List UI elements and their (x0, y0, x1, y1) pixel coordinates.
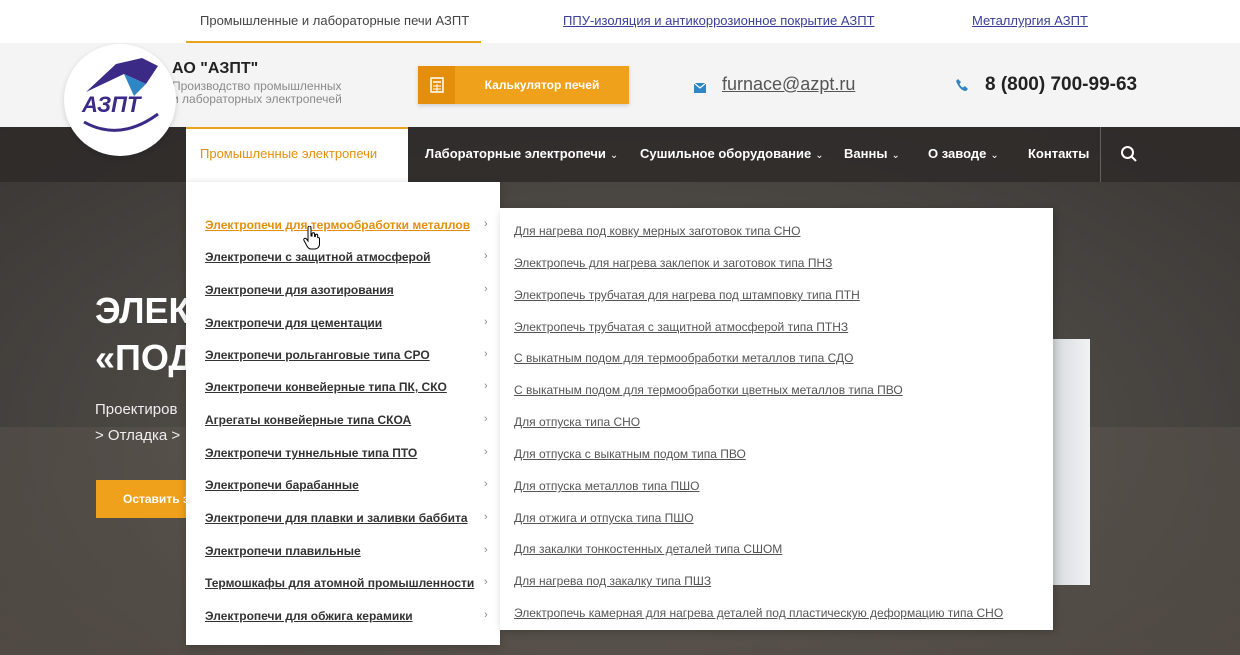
category-tunnel-pto[interactable]: Электропечи туннельные типа ПТО (205, 446, 417, 460)
chevron-right-icon: › (484, 380, 488, 392)
logo-text: АЗПТ (81, 92, 142, 117)
toplink-furnaces[interactable]: Промышленные и лабораторные печи АЗПТ (200, 13, 469, 28)
toplink-metallurgy[interactable]: Металлургия АЗПТ (972, 13, 1088, 28)
hero-title-line-1: ЭЛЕК (95, 290, 191, 331)
nav-about[interactable]: О заводе ⌄ (928, 146, 999, 161)
mail-icon (693, 80, 707, 98)
chevron-down-icon: ⌄ (990, 150, 999, 161)
nav-baths-label: Ванны (844, 146, 888, 161)
chevron-right-icon: › (484, 348, 488, 360)
phone-link[interactable]: 8 (800) 700-99-63 (985, 74, 1137, 96)
brand-name: АО "АЗПТ" (172, 60, 259, 77)
category-metal-heat-treatment[interactable]: Электропечи для термообработки металлов (205, 218, 470, 232)
category-ceramic-firing[interactable]: Электропечи для обжига керамики (205, 609, 413, 623)
logo-emblem-icon: АЗПТ (81, 58, 159, 132)
category-melting[interactable]: Электропечи плавильные (205, 544, 361, 558)
nav-drying-equipment-label: Сушильное оборудование (640, 146, 812, 161)
nav-contacts[interactable]: Контакты (1028, 146, 1089, 161)
category-babbitt-melting[interactable]: Электропечи для плавки и заливки баббита (205, 511, 468, 525)
nav-lab-furnaces[interactable]: Лабораторные электропечи ⌄ (425, 146, 618, 161)
subitem-annealing-psho[interactable]: Для отжига и отпуска типа ПШО (514, 511, 694, 525)
chevron-right-icon: › (484, 609, 488, 621)
category-nitriding[interactable]: Электропечи для азотирования (205, 283, 394, 297)
category-conveyor-skoa[interactable]: Агрегаты конвейерные типа СКОА (205, 413, 411, 427)
furnace-machine-image (1050, 339, 1090, 585)
nav-baths[interactable]: Ванны ⌄ (844, 146, 900, 161)
chevron-right-icon: › (484, 283, 488, 295)
subitem-tubular-ptnz[interactable]: Электропечь трубчатая с защитной атмосфе… (514, 320, 848, 334)
subitem-tempering-psho[interactable]: Для отпуска металлов типа ПШО (514, 479, 700, 493)
subitem-forging-sno[interactable]: Для нагрева под ковку мерных заготовок т… (514, 224, 800, 238)
chevron-right-icon: › (484, 446, 488, 458)
subitem-tempering-pvo[interactable]: Для отпуска с выкатным подом типа ПВО (514, 447, 746, 461)
chevron-right-icon: › (484, 544, 488, 556)
subitem-rivets-pnz[interactable]: Электропечь для нагрева заклепок и загот… (514, 256, 832, 270)
chevron-right-icon: › (484, 511, 488, 523)
category-carburizing[interactable]: Электропечи для цементации (205, 316, 382, 330)
subitem-quenching-pshz[interactable]: Для нагрева под закалку типа ПШЗ (514, 574, 711, 588)
chevron-right-icon: › (484, 218, 488, 230)
nav-about-label: О заводе (928, 146, 987, 161)
chevron-down-icon: ⌄ (609, 150, 619, 161)
nav-lab-furnaces-label: Лабораторные электропечи (425, 146, 606, 161)
category-drum[interactable]: Электропечи барабанные (205, 478, 359, 492)
chevron-right-icon: › (484, 413, 488, 425)
brand-subtitle: Производство промышленных и лабораторных… (172, 80, 372, 106)
subitem-quenching-sshom[interactable]: Для закалки тонкостенных деталей типа СШ… (514, 542, 782, 556)
nav-industrial-furnaces-label: Промышленные электропечи (200, 146, 378, 161)
subitem-tempering-sno[interactable]: Для отпуска типа СНО (514, 415, 640, 429)
chevron-right-icon: › (484, 316, 488, 328)
calculator-button[interactable]: Калькулятор печей (418, 66, 629, 104)
hand-cursor-icon (303, 225, 321, 255)
subitem-tubular-ptn[interactable]: Электропечь трубчатая для нагрева под шт… (514, 288, 860, 302)
chevron-down-icon: ⌄ (815, 150, 824, 161)
calculator-button-label: Калькулятор печей (484, 78, 600, 92)
email-link[interactable]: furnace@azpt.ru (722, 74, 855, 95)
nav-drying-equipment[interactable]: Сушильное оборудование ⌄ (640, 146, 824, 161)
chevron-right-icon: › (484, 478, 488, 490)
chevron-right-icon: › (484, 576, 488, 588)
top-links-bar: Промышленные и лабораторные печи АЗПТ ПП… (0, 0, 1240, 42)
category-conveyor-pk-sko[interactable]: Электропечи конвейерные типа ПК, СКО (205, 380, 447, 394)
logo[interactable]: АЗПТ (64, 44, 176, 156)
chevron-right-icon: › (484, 250, 488, 262)
search-icon[interactable] (1120, 145, 1138, 168)
calculator-icon (418, 66, 455, 104)
chevron-down-icon: ⌄ (891, 150, 900, 161)
hero-subtitle-line-2: > Отладка > (95, 427, 181, 444)
subitem-chamber-sno-deformation[interactable]: Электропечь камерная для нагрева деталей… (514, 606, 1003, 620)
toplink-ppu[interactable]: ППУ-изоляция и антикоррозионное покрытие… (563, 13, 875, 28)
nav-divider (1100, 127, 1101, 182)
nav-industrial-furnaces[interactable]: Промышленные электропечи (200, 146, 377, 161)
subitem-rollout-sdo[interactable]: С выкатным подом для термообработки мета… (514, 351, 854, 365)
category-nuclear-thermal-cabinets[interactable]: Термошкафы для атомной промышленности (205, 576, 474, 590)
hero-title-line-2: «ПОД (95, 337, 195, 378)
hero-subtitle-line-1: Проектиров (95, 401, 178, 418)
nav-contacts-label: Контакты (1028, 146, 1090, 161)
subitem-rollout-pvo-nonferrous[interactable]: С выкатным подом для термообработки цвет… (514, 383, 903, 397)
brand-subtitle-line-2: и лабораторных электропечей (172, 92, 342, 106)
phone-icon (955, 78, 969, 97)
category-roller-sro[interactable]: Электропечи рольганговые типа СРО (205, 348, 430, 362)
